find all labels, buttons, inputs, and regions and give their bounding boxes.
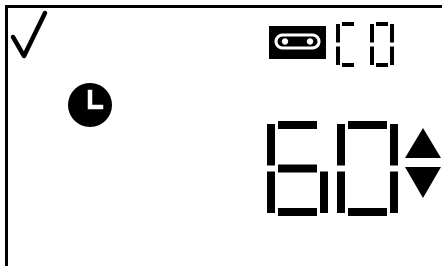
check-icon	[10, 10, 48, 59]
digit-1-segment-f	[370, 24, 374, 43]
digit-1-segment-c	[390, 171, 398, 213]
digit-0-segment-a	[278, 121, 317, 129]
digit-0-segment-a	[342, 22, 354, 26]
mode-code-digits	[336, 22, 394, 67]
arrow-down-icon[interactable]	[405, 167, 441, 198]
digit-1-segment-b	[390, 24, 394, 43]
clock-icon	[68, 83, 112, 127]
value-digits	[267, 121, 398, 216]
digit-1-segment-d	[348, 208, 387, 216]
digit-1-segment-f	[337, 124, 345, 166]
digit-0-segment-d	[278, 208, 317, 216]
digit-0-segment-f	[267, 124, 275, 166]
arrow-up-icon[interactable]	[405, 128, 441, 158]
digit-1-segment-b	[390, 124, 398, 166]
digit-0-segment-c	[320, 171, 328, 213]
digit-1-segment-e	[337, 171, 345, 213]
digit-0-segment-d	[342, 63, 354, 67]
lcd-canvas	[10, 10, 441, 216]
digit-1-segment-a	[348, 121, 387, 129]
digit-1-segment-c	[390, 46, 394, 65]
up-down-arrows-icon[interactable]	[405, 128, 441, 198]
cassette-icon	[269, 26, 326, 59]
digit-1-segment-d	[376, 63, 388, 67]
digit-0-segment-e	[267, 171, 275, 213]
digit-1-segment-a	[376, 22, 388, 26]
digit-0-segment-f	[336, 24, 340, 43]
digit-0-segment-g	[278, 164, 317, 173]
digit-0-segment-e	[336, 46, 340, 65]
digit-1-segment-e	[370, 46, 374, 65]
lcd-display: ok C0 60	[0, 0, 442, 266]
